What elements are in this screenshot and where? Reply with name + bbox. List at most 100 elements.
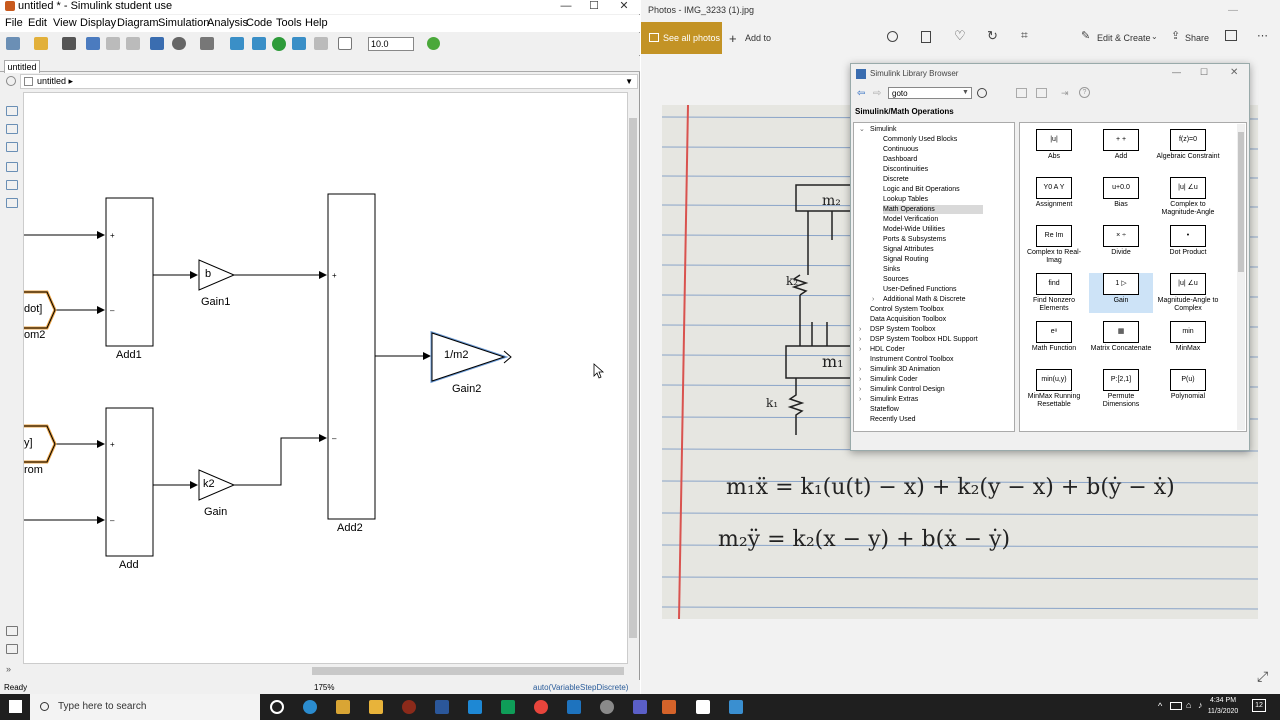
image-icon[interactable] xyxy=(6,180,18,190)
stop-icon[interactable] xyxy=(314,37,328,50)
tree-item[interactable]: Simulink Coder xyxy=(870,375,917,384)
step-forward-icon[interactable] xyxy=(292,37,306,50)
tree-item[interactable]: Recently Used xyxy=(870,415,916,424)
tree-item[interactable]: Sinks xyxy=(883,265,900,274)
tree-item[interactable]: Simulink Control Design xyxy=(870,385,945,394)
menu-tools[interactable]: Tools xyxy=(276,17,302,29)
print-icon[interactable] xyxy=(1225,30,1237,41)
lb-close-button[interactable]: ✕ xyxy=(1230,67,1238,78)
tree-expand-arrow-icon[interactable]: › xyxy=(872,295,874,304)
tree-item[interactable]: DSP System Toolbox HDL Support xyxy=(870,335,978,344)
library-block[interactable]: min MinMax xyxy=(1156,321,1220,353)
sim-stop-time-input[interactable] xyxy=(368,37,414,51)
photos-minimize-button[interactable]: — xyxy=(1228,5,1238,16)
lb-back-icon[interactable]: ⇦ xyxy=(857,88,865,99)
library-block[interactable]: f(z)=0 Algebraic Constraint xyxy=(1156,129,1220,161)
edit-create-chevron-icon[interactable]: ⌄ xyxy=(1151,32,1158,41)
volume-icon[interactable]: ♪ xyxy=(1198,700,1203,710)
annotation-icon[interactable] xyxy=(6,162,18,172)
tree-expand-arrow-icon[interactable]: › xyxy=(859,335,861,344)
back-arrow-icon[interactable] xyxy=(86,37,100,50)
save-icon[interactable] xyxy=(62,37,76,50)
area-icon[interactable] xyxy=(6,198,18,208)
library-block[interactable]: find Find Nonzero Elements xyxy=(1022,273,1086,313)
step-back-icon[interactable] xyxy=(230,37,244,50)
menu-edit[interactable]: Edit xyxy=(28,17,47,29)
lb-grid-scroll-thumb[interactable] xyxy=(1238,132,1244,272)
notification-center-icon[interactable]: 12 xyxy=(1252,699,1266,712)
lb-grid-scrollbar[interactable] xyxy=(1237,124,1245,430)
simulink-model-taskbar-icon[interactable] xyxy=(696,700,710,714)
lb-forward-icon[interactable]: ⇨ xyxy=(873,88,881,99)
word-icon[interactable] xyxy=(435,700,449,714)
open-folder-icon[interactable] xyxy=(34,37,48,50)
tree-expand-arrow-icon[interactable]: › xyxy=(859,385,861,394)
address-model-name[interactable]: untitled xyxy=(37,76,66,86)
network-icon[interactable]: ⌂ xyxy=(1186,700,1191,710)
tree-expand-arrow-icon[interactable]: › xyxy=(859,325,861,334)
tree-item[interactable]: Logic and Bit Operations xyxy=(883,185,960,194)
tree-item[interactable]: Simulink xyxy=(870,125,896,134)
lb-search-history-icon[interactable]: ▼ xyxy=(962,89,969,96)
menu-analysis[interactable]: Analysis xyxy=(207,17,248,29)
maximize-button[interactable]: ☐ xyxy=(580,0,608,14)
taskbar-search[interactable]: Type here to search xyxy=(30,694,260,720)
forward-arrow-icon[interactable] xyxy=(106,37,120,50)
horizontal-scroll-thumb[interactable] xyxy=(312,667,624,675)
teams-icon[interactable] xyxy=(633,700,647,714)
show-hidden-icons-chevron-icon[interactable]: ^ xyxy=(1158,701,1162,711)
lb-maximize-button[interactable]: ☐ xyxy=(1200,67,1208,78)
library-block[interactable]: Re Im Complex to Real-Imag xyxy=(1022,225,1086,265)
edge-browser-icon[interactable] xyxy=(303,700,317,714)
fullscreen-expand-icon[interactable]: ⤢ xyxy=(1257,668,1268,685)
signal-line[interactable] xyxy=(234,434,327,486)
battery-icon[interactable] xyxy=(1170,702,1182,710)
tree-item[interactable]: Data Acquisition Toolbox xyxy=(870,315,946,324)
tree-item[interactable]: Additional Math & Discrete xyxy=(883,295,965,304)
tree-expand-arrow-icon[interactable]: › xyxy=(859,395,861,404)
vertical-scroll-thumb[interactable] xyxy=(629,118,637,638)
app-red-icon[interactable] xyxy=(402,700,416,714)
camera-icon[interactable] xyxy=(6,626,18,636)
taskbar-clock[interactable]: 4:34 PM 11/3/2020 xyxy=(1205,695,1241,717)
tree-item[interactable]: Continuous xyxy=(883,145,918,154)
zoom-icon[interactable] xyxy=(887,31,898,42)
sheets-icon[interactable] xyxy=(501,700,515,714)
library-block[interactable]: P:[2,1] Permute Dimensions xyxy=(1089,369,1153,409)
tree-item[interactable]: Control System Toolbox xyxy=(870,305,944,314)
file-explorer-icon[interactable] xyxy=(369,700,383,714)
minimize-button[interactable]: — xyxy=(552,0,580,14)
add-plus-icon[interactable]: + xyxy=(729,31,737,46)
add-block[interactable] xyxy=(105,407,154,557)
tree-item[interactable]: Discrete xyxy=(883,175,909,184)
tree-item[interactable]: Lookup Tables xyxy=(883,195,928,204)
library-block[interactable]: Y0 A Y Assignment xyxy=(1022,177,1086,209)
tree-item[interactable]: Model Verification xyxy=(883,215,938,224)
tree-item[interactable]: Ports & Subsystems xyxy=(883,235,946,244)
model-advisor-check-icon[interactable] xyxy=(427,37,440,50)
lb-open-icon[interactable] xyxy=(1036,88,1047,98)
close-button[interactable]: ✕ xyxy=(610,0,638,14)
add2-block[interactable] xyxy=(327,193,376,520)
favorite-heart-icon[interactable]: ♡ xyxy=(954,28,966,44)
address-bar[interactable]: untitled ▸ ▼ xyxy=(20,74,638,89)
tree-expand-arrow-icon[interactable]: › xyxy=(859,345,861,354)
add-to-button[interactable]: Add to xyxy=(745,33,771,43)
edit-create-button[interactable]: Edit & Create xyxy=(1097,33,1151,43)
lb-minimize-button[interactable]: — xyxy=(1172,67,1181,77)
outlook-icon[interactable] xyxy=(567,700,581,714)
menu-display[interactable]: Display xyxy=(80,17,116,29)
library-block[interactable]: • Dot Product xyxy=(1156,225,1220,257)
library-block[interactable]: |u| ∠u Complex to Magnitude-Angle xyxy=(1156,177,1220,217)
library-block[interactable]: min(u,y) MinMax Running Resettable xyxy=(1022,369,1086,409)
library-block[interactable]: P(u) Polynomial xyxy=(1156,369,1220,401)
tree-item[interactable]: User-Defined Functions xyxy=(883,285,957,294)
tree-item[interactable]: DSP System Toolbox xyxy=(870,325,936,334)
delete-icon[interactable] xyxy=(921,31,931,43)
menu-diagram[interactable]: Diagram xyxy=(117,17,159,29)
lb-pin-icon[interactable]: ⇥ xyxy=(1061,88,1069,99)
step-back-2-icon[interactable] xyxy=(252,37,266,50)
photos-taskbar-icon[interactable] xyxy=(729,700,743,714)
expand-palette-icon[interactable]: » xyxy=(6,664,11,674)
cortana-icon[interactable] xyxy=(270,700,284,714)
